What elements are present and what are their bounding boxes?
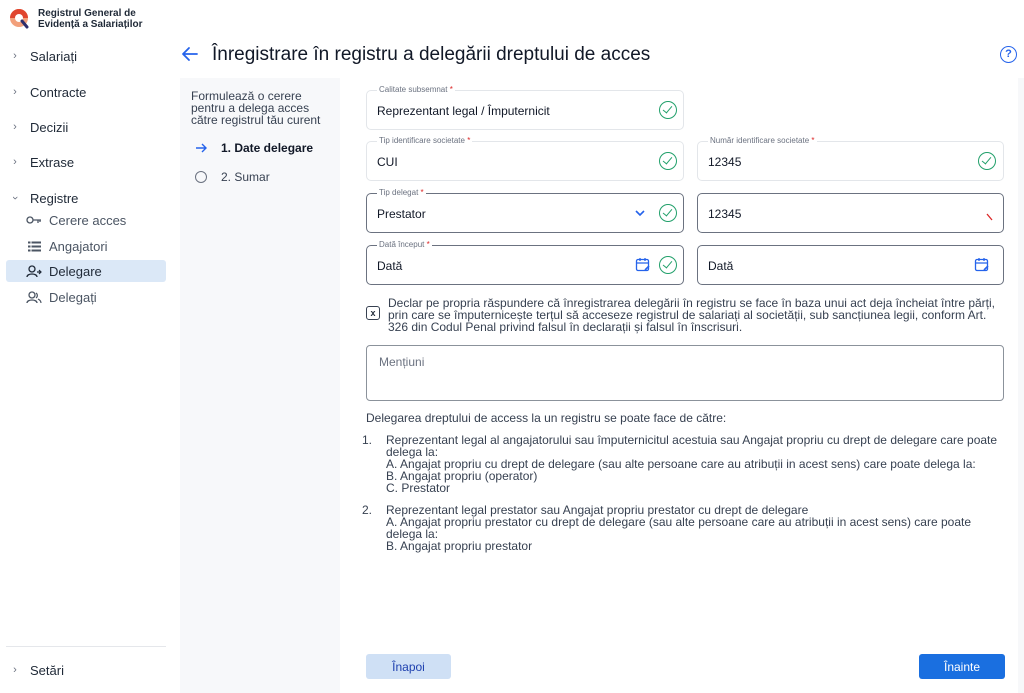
back-arrow-icon[interactable] [180,44,200,64]
mentiuni-textarea[interactable]: Mențiuni [366,345,1004,401]
app-logo[interactable]: Registrul General de Evidență a Salariaț… [8,8,148,30]
sidebar-item-label: Contracte [30,84,87,100]
chevron-down-icon: › [9,196,21,200]
list-icon [26,239,42,253]
info-item: 1. Reprezentant legal al angajatorului sa… [362,434,1006,495]
users-icon [26,290,42,304]
radio-icon [194,170,208,184]
field-value: 12345 [708,207,742,221]
chevron-down-icon [635,210,645,217]
step-label: 1. Date delegare [221,141,314,155]
check-circle-icon [659,152,677,170]
help-icon[interactable]: ? [1000,46,1017,63]
textarea-placeholder: Mențiuni [379,355,425,369]
sidebar-item-label: Setări [30,662,64,678]
info-title: Delegarea dreptului de access la un regi… [366,411,727,425]
chevron-right-icon: › [13,664,17,676]
sidebar-subitem-delegati[interactable]: Delegați [6,286,166,308]
delegat-identificare-input[interactable]: 12345 [697,193,1004,233]
declaration-text: Declar pe propria răspundere că înregist… [388,296,996,334]
sidebar-item-label: Decizii [30,119,69,135]
tip-delegat-select[interactable]: Tip delegat * Prestator [366,188,684,233]
right-gutter [1018,78,1024,693]
info-subitem: A. Angajat propriu prestator cu drept de… [386,515,972,541]
info-subitem: B. Angajat propriu prestator [386,539,533,553]
sidebar-subitem-delegare[interactable]: Delegare [6,260,166,282]
sidebar-subitem-cerere-acces[interactable]: Cerere acces [6,209,166,231]
field-label: Număr identificare societate * [708,136,817,146]
sidebar-item-registre[interactable]: › Registre [6,186,166,210]
field-label: Tip delegat * [377,188,426,198]
sidebar-item-label: Registre [30,190,79,206]
sidebar-item-label: Extrase [30,154,75,170]
sidebar-subitem-label: Delegare [49,263,102,279]
check-circle-icon [659,256,677,274]
sidebar-item-contracte[interactable]: › Contracte [6,80,166,104]
info-list: 1. Reprezentant legal al angajatorului sa… [362,434,1006,553]
numar-identificare-field[interactable]: Număr identificare societate * 12345 [697,136,1004,181]
field-label: Tip identificare societate * [377,136,473,146]
key-icon [26,213,42,227]
logo-icon [10,9,29,29]
field-label: Calitate subsemnat * [377,85,455,95]
stepper-description: Formulează o cerere pentru a delega acce… [191,89,321,127]
field-value: Dată [377,259,403,273]
calitate-subsemnat-field[interactable]: Calitate subsemnat * Reprezentant legal … [366,85,684,130]
declaration: x Declar pe propria răspundere că înregi… [366,297,1006,333]
sidebar-subitem-label: Angajatori [49,238,108,254]
app-title: Registrul General de Evidență a Salariaț… [38,8,143,30]
calendar-icon[interactable] [974,257,990,273]
chevron-right-icon: › [13,50,17,62]
info-subitem: C. Prestator [386,481,451,495]
page-title: Înregistrare în registru a delegării dre… [212,44,651,65]
data-inceput-field[interactable]: Dată început * Dată [366,240,684,285]
delegation-info: Delegarea dreptului de access la un regi… [362,411,1006,562]
chevron-right-icon: › [13,156,17,168]
field-value: Dată [708,259,734,273]
next-button[interactable]: Înainte [919,654,1005,679]
sidebar-item-extrase[interactable]: › Extrase [6,150,166,174]
check-circle-icon [978,152,996,170]
check-circle-icon [659,204,677,222]
tip-identificare-field[interactable]: Tip identificare societate * CUI [366,136,684,181]
step-sumar[interactable]: 2. Sumar [194,170,270,184]
declaration-checkbox[interactable]: x [366,306,380,320]
sidebar-subitem-angajatori[interactable]: Angajatori [6,235,166,257]
stepper-panel: Formulează o cerere pentru a delega acce… [180,78,340,693]
sidebar-item-salariati[interactable]: › Salariați [6,44,166,68]
step-date-delegare[interactable]: 1. Date delegare [194,141,313,155]
sidebar-divider [6,646,166,647]
delegate-icon [26,264,42,278]
info-subitem: B. Angajat propriu (operator) [386,469,538,483]
sidebar-subitem-label: Cerere acces [49,212,127,228]
warning-mark-icon [986,213,993,221]
field-value: Prestator [377,207,426,221]
field-value: CUI [377,155,398,169]
sidebar-item-setari[interactable]: › Setări [6,658,166,682]
chevron-right-icon: › [13,86,17,98]
field-label: Dată început * [377,240,432,250]
check-circle-icon [659,101,677,119]
field-value: 12345 [708,155,742,169]
field-value: Reprezentant legal / Împuternicit [377,104,550,118]
sidebar: Registrul General de Evidență a Salariaț… [0,0,176,693]
chevron-right-icon: › [13,121,17,133]
sidebar-subitem-label: Delegați [49,289,97,305]
arrow-right-icon [194,141,208,155]
back-button[interactable]: Înapoi [366,654,451,679]
data-sfarsit-field[interactable]: Dată [697,245,1004,285]
sidebar-item-label: Salariați [30,48,77,64]
calendar-icon[interactable] [635,257,651,273]
sidebar-item-decizii[interactable]: › Decizii [6,115,166,139]
step-label: 2. Sumar [221,170,270,184]
info-item: 2. Reprezentant legal prestator sau Angaj… [362,504,1006,553]
